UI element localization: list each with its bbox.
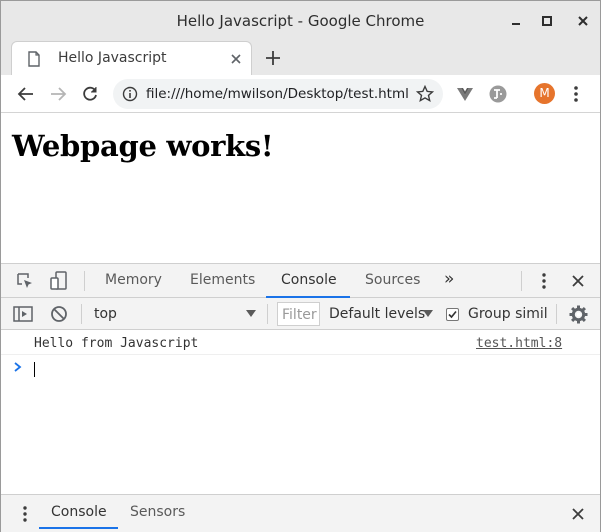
chevron-down-icon[interactable]	[423, 310, 433, 318]
console-toolbar: top Filter Default levels Group similar	[1, 298, 600, 330]
bookmark-star-icon[interactable]	[416, 85, 434, 103]
sidebar-toggle-icon	[13, 306, 33, 322]
reload-icon	[83, 86, 97, 101]
devtools-panel: Memory Elements Console Sources » top Fi…	[1, 263, 600, 532]
minimize-button[interactable]	[506, 11, 526, 31]
prompt-chevron-icon	[14, 362, 22, 372]
devtools-drawer: Console Sensors	[1, 494, 600, 532]
extension-puzzle-icon[interactable]	[488, 84, 508, 104]
console-source-link[interactable]: test.html:8	[476, 336, 562, 351]
separator	[84, 271, 85, 291]
tab-sources[interactable]: Sources	[365, 272, 420, 288]
title-bar: Hello Javascript - Google Chrome	[1, 1, 600, 41]
reload-button[interactable]	[80, 84, 100, 104]
close-drawer-icon[interactable]	[571, 507, 585, 521]
console-message-row: Hello from Javascript test.html:8	[1, 330, 600, 355]
browser-window: Hello Javascript - Google Chrome Hello J…	[0, 0, 601, 532]
inspect-cursor-icon	[17, 273, 32, 288]
devtools-tab-bar: Memory Elements Console Sources »	[1, 264, 600, 298]
maximize-icon	[542, 16, 552, 26]
address-bar[interactable]: file:///home/mwilson/Desktop/test.html	[113, 79, 443, 109]
console-prompt[interactable]	[1, 356, 600, 380]
drawer-tab-sensors[interactable]: Sensors	[130, 504, 185, 520]
tab-title: Hello Javascript	[58, 50, 167, 66]
maximize-button[interactable]	[537, 11, 557, 31]
active-drawer-tab-indicator	[39, 527, 118, 529]
group-similar-checkbox[interactable]	[446, 308, 459, 321]
log-levels-dropdown[interactable]: Default levels	[329, 306, 425, 322]
checkmark-icon	[448, 310, 457, 319]
console-output[interactable]: Hello from Javascript test.html:8	[1, 330, 600, 494]
chevron-down-icon	[246, 310, 256, 317]
tab-memory[interactable]: Memory	[105, 272, 162, 288]
back-button[interactable]	[16, 84, 36, 104]
devtools-menu-icon[interactable]	[538, 271, 550, 291]
more-tabs-button[interactable]: »	[444, 269, 454, 289]
separator	[81, 304, 82, 324]
extension-vue-icon[interactable]	[455, 84, 475, 104]
more-options-icon[interactable]	[570, 84, 582, 104]
drawer-tab-console[interactable]: Console	[51, 504, 107, 520]
back-arrow-icon	[17, 87, 33, 101]
minimize-icon	[512, 23, 520, 25]
context-selector[interactable]: top	[87, 302, 262, 326]
close-icon	[578, 16, 588, 26]
tab-console[interactable]: Console	[281, 272, 337, 288]
group-similar-label[interactable]: Group similar	[468, 306, 547, 322]
separator	[556, 304, 557, 324]
settings-gear-icon[interactable]	[569, 305, 588, 324]
inspect-element-button[interactable]	[15, 271, 35, 291]
forward-arrow-icon	[51, 87, 67, 101]
show-sidebar-button[interactable]	[13, 304, 33, 324]
url-text[interactable]: file:///home/mwilson/Desktop/test.html	[146, 86, 409, 102]
page-viewport: Webpage works!	[1, 113, 600, 263]
close-devtools-icon[interactable]	[571, 274, 585, 288]
close-window-button[interactable]	[573, 11, 593, 31]
filter-placeholder: Filter	[282, 307, 317, 323]
page-heading: Webpage works!	[12, 129, 274, 163]
device-mode-icon	[50, 271, 67, 290]
console-message-text: Hello from Javascript	[34, 336, 199, 351]
tab-elements[interactable]: Elements	[190, 272, 255, 288]
profile-avatar[interactable]: M	[534, 83, 555, 104]
separator	[521, 271, 522, 291]
separator	[267, 304, 268, 324]
info-icon[interactable]	[122, 86, 138, 102]
drawer-menu-icon[interactable]	[19, 504, 31, 524]
close-tab-icon[interactable]	[229, 52, 243, 66]
browser-tab[interactable]: Hello Javascript	[11, 41, 252, 75]
context-value: top	[94, 306, 117, 322]
device-toolbar-button[interactable]	[49, 271, 69, 291]
clear-block-icon	[51, 306, 67, 322]
clear-console-button[interactable]	[49, 304, 69, 324]
filter-input[interactable]: Filter	[277, 302, 320, 326]
forward-button[interactable]	[48, 84, 68, 104]
document-icon	[28, 51, 40, 67]
new-tab-icon[interactable]	[263, 48, 283, 68]
browser-toolbar: file:///home/mwilson/Desktop/test.html	[1, 75, 600, 113]
text-cursor	[34, 362, 35, 377]
